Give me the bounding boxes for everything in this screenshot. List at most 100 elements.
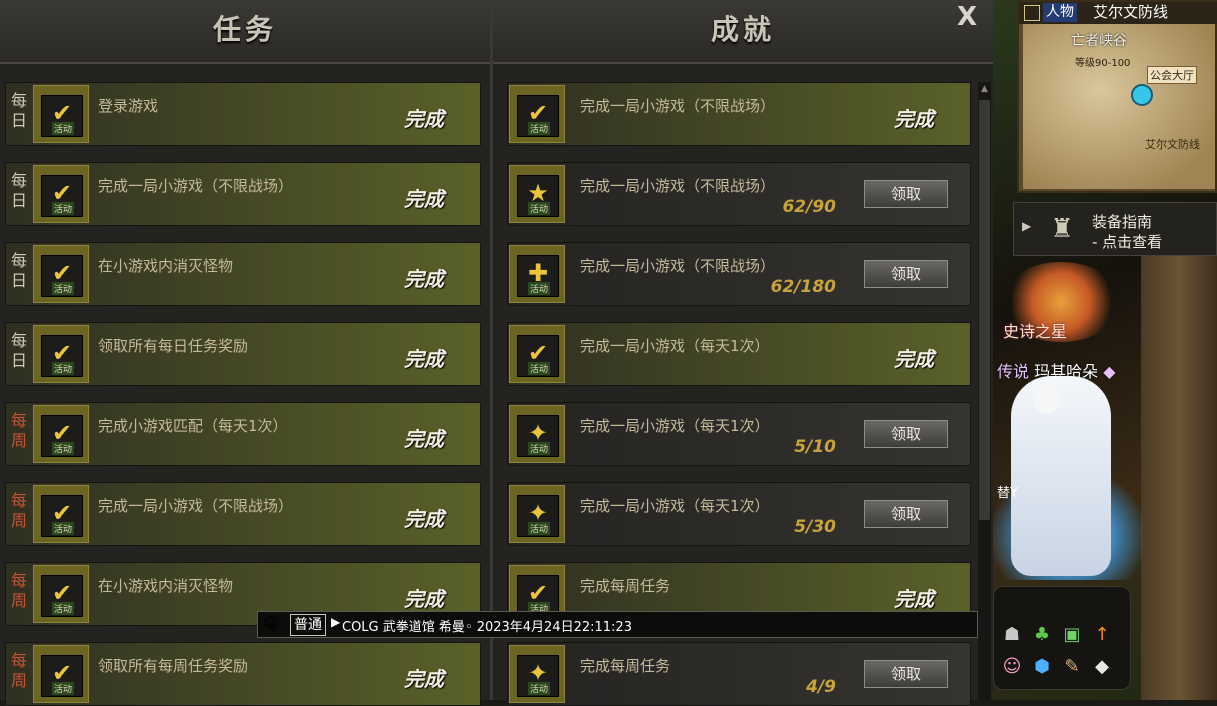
minimap-area-name: 艾尔文防线 [1093, 3, 1169, 21]
achievement-progress: 5/30 [794, 517, 836, 537]
achievement-row[interactable]: ✦ 活动 完成一局小游戏（每天1次） 5/30 领取 [507, 482, 971, 546]
upgrade-arrow-icon[interactable]: ↑ [1090, 623, 1114, 647]
frequency-label: 每日 [10, 91, 27, 130]
chat-channel[interactable]: 普通 [290, 614, 326, 636]
achievement-row[interactable]: ★ 活动 完成一局小游戏（不限战场） 62/90 领取 [507, 162, 971, 226]
match-icon: ✔ 活动 [41, 415, 83, 457]
activity-tag: 活动 [52, 362, 75, 375]
achievement-row[interactable]: ✦ 活动 完成每周任务 4/9 领取 [507, 642, 971, 706]
quest-icon-frame: ✔ 活动 [33, 165, 89, 223]
emoji-icon[interactable]: 😀 [260, 614, 282, 634]
quest-title: 登录游戏 [98, 97, 159, 115]
activity-tag: 活动 [528, 442, 551, 455]
activity-tag: 活动 [528, 522, 551, 535]
quest-icon-frame: ✔ 活动 [33, 245, 89, 303]
minimap[interactable]: 人物 艾尔文防线 亡者峡谷 等级90-100 公会大厅 艾尔文防线 [1017, 0, 1217, 193]
chat-bar[interactable]: 😀 普通 ▶ COLG 武拳道馆 希曼◦ 2023年4月24日22:11:23 [257, 611, 978, 638]
sprout-icon[interactable]: ♣ [1030, 623, 1054, 647]
equipment-guide[interactable]: ▶ ♜ 装备指南 - 点击查看 [1013, 202, 1217, 256]
close-button[interactable]: X [957, 2, 977, 32]
tree-trunk [1141, 250, 1217, 700]
sword-icon: ✦ 活动 [517, 415, 559, 457]
quest-row[interactable]: 每周 ✔ 活动 领取所有每周任务奖励 完成 [5, 642, 481, 706]
pet-name: 替Y [997, 486, 1018, 501]
emblem-text: 史诗之星 [1003, 322, 1068, 341]
achievement-status: 完成 [894, 587, 934, 611]
achievement-status: 完成 [894, 347, 934, 371]
quest-icon-frame: ✔ 活动 [33, 565, 89, 623]
activity-tag: 活动 [528, 282, 551, 295]
achievement-icon-frame: ✦ 活动 [509, 645, 565, 703]
activity-tag: 活动 [528, 682, 551, 695]
quest-status: 完成 [404, 267, 444, 291]
achievement-icon-frame: ✚ 活动 [509, 245, 565, 303]
quest-row[interactable]: 每日 ✔ 活动 登录游戏 完成 [5, 82, 481, 146]
book-icon[interactable]: ✎ [1060, 655, 1084, 679]
quest-row[interactable]: 每日 ✔ 活动 在小游戏内消灭怪物 完成 [5, 242, 481, 306]
frequency-label: 每周 [10, 411, 27, 450]
chat-input[interactable]: COLG 武拳道馆 希曼◦ 2023年4月24日22:11:23 [342, 616, 632, 635]
sage-icon: ♜ [1050, 214, 1074, 244]
achievement-title: 成就 [710, 13, 775, 46]
achievement-title: 完成一局小游戏（每天1次） [580, 497, 770, 515]
reward-icon: ✔ 活动 [41, 335, 83, 377]
guide-subtitle[interactable]: - 点击查看 [1092, 231, 1162, 252]
claim-button[interactable]: 领取 [864, 500, 948, 528]
quest-row[interactable]: 每周 ✔ 活动 完成一局小游戏（不限战场） 完成 [5, 482, 481, 546]
minimap-toggle-icon[interactable] [1024, 5, 1040, 21]
quest-title: 在小游戏内消灭怪物 [98, 577, 234, 595]
ice-sword-icon: ✦ 活动 [517, 495, 559, 537]
achievement-title: 完成一局小游戏（不限战场） [580, 177, 776, 195]
achievement-row[interactable]: ✔ 活动 完成一局小游戏（每天1次） 完成 [507, 322, 971, 386]
achievement-header: 成就 X [493, 0, 993, 64]
white-bear-pet[interactable] [1011, 376, 1111, 576]
quest-icon-frame: ✔ 活动 [33, 405, 89, 463]
minimap-level: 等级90-100 [1075, 58, 1131, 69]
claim-button[interactable]: 领取 [864, 260, 948, 288]
tp-icon[interactable]: ⬢ [1030, 655, 1054, 679]
quest-row[interactable]: 每周 ✔ 活动 完成小游戏匹配（每天1次） 完成 [5, 402, 481, 466]
diamond-icon[interactable]: ◆ [1090, 655, 1114, 679]
minigame-icon: ✔ 活动 [41, 175, 83, 217]
quest-icon-frame: ✔ 活动 [33, 645, 89, 703]
achievement-icon-frame: ✔ 活动 [509, 85, 565, 143]
minimap-zone[interactable]: 亡者峡谷 [1071, 30, 1127, 50]
activity-tag: 活动 [52, 202, 75, 215]
achievement-title: 完成一局小游戏（每天1次） [580, 337, 770, 355]
quest-status: 完成 [404, 507, 444, 531]
quest-row[interactable]: 每日 ✔ 活动 完成一局小游戏（不限战场） 完成 [5, 162, 481, 226]
minimap-hall[interactable]: 公会大厅 [1147, 66, 1197, 84]
guide-title[interactable]: 装备指南 [1092, 211, 1152, 232]
achievement-row[interactable]: ✦ 活动 完成一局小游戏（每天1次） 5/10 领取 [507, 402, 971, 466]
achievement-row[interactable]: ✚ 活动 完成一局小游戏（不限战场） 62/180 领取 [507, 242, 971, 306]
game-world-view: 人物 艾尔文防线 亡者峡谷 等级90-100 公会大厅 艾尔文防线 ▶ ♜ 装备… [993, 0, 1217, 700]
quest-achievement-window: 任务 每日 ✔ 活动 登录游戏 完成 每日 ✔ 活动 完成一局小游戏（不限战场） 完成 每日 ✔ 活动在… [0, 0, 993, 706]
claim-button[interactable]: 领取 [864, 660, 948, 688]
quest-status: 完成 [404, 187, 444, 211]
activity-tag: 活动 [52, 442, 75, 455]
quest-title: 完成一局小游戏（不限战场） [98, 497, 294, 515]
expand-arrow-icon[interactable]: ▶ [1022, 219, 1031, 233]
claim-button[interactable]: 领取 [864, 180, 948, 208]
activity-tag: 活动 [528, 122, 551, 135]
channel-arrow-icon[interactable]: ▶ [331, 615, 340, 629]
achievement-row[interactable]: ✔ 活动 完成一局小游戏（不限战场） 完成 [507, 82, 971, 146]
minigame-icon: ✔ 活动 [41, 495, 83, 537]
quest-title: 领取所有每周任务奖励 [98, 657, 249, 675]
quest-title: 领取所有每日任务奖励 [98, 337, 249, 355]
scroll-icon[interactable]: ▣ [1060, 623, 1084, 647]
game-screen: 任务 每日 ✔ 活动 登录游戏 完成 每日 ✔ 活动 完成一局小游戏（不限战场） 完成 每日 ✔ 活动在… [0, 0, 1217, 706]
quest-row[interactable]: 每日 ✔ 活动 领取所有每日任务奖励 完成 [5, 322, 481, 386]
minimap-tab-character[interactable]: 人物 [1043, 3, 1077, 22]
scrollbar-thumb[interactable] [979, 100, 990, 520]
minimap-place: 艾尔文防线 [1145, 138, 1200, 151]
achievement-progress: 4/9 [806, 677, 836, 697]
claim-button[interactable]: 领取 [864, 420, 948, 448]
quest-column: 任务 每日 ✔ 活动 登录游戏 完成 每日 ✔ 活动 完成一局小游戏（不限战场） 完成 每日 ✔ 活动在… [0, 0, 490, 706]
ghost-icon[interactable]: ☗ [1000, 623, 1024, 647]
monster-icon: ✔ 活动 [41, 575, 83, 617]
activity-tag: 活动 [52, 682, 75, 695]
quest-title: 在小游戏内消灭怪物 [98, 257, 234, 275]
scroll-up-icon[interactable]: ▲ [979, 84, 990, 96]
avatar-icon[interactable]: ☺ [1000, 655, 1024, 679]
